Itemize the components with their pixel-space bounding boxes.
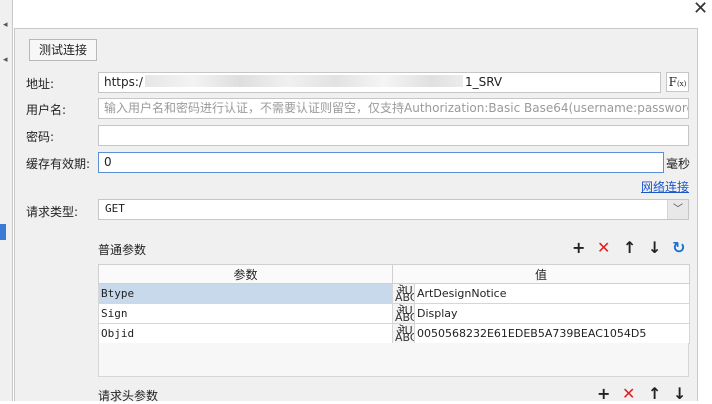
password-label: 密码: [26, 130, 55, 144]
params-empty-area [98, 343, 689, 377]
address-value-suffix: 1_SRV [464, 75, 503, 89]
table-row[interactable]: Btype ऄUABC ArtDesignNotice [98, 283, 691, 304]
move-down-icon[interactable]: ↓ [673, 386, 686, 402]
formula-button[interactable]: F(x) [666, 72, 689, 92]
param-key-cell[interactable]: Objid [98, 323, 393, 344]
param-key-cell[interactable]: Sign [98, 303, 393, 324]
left-panel-strip: ◂ ◂ [0, 0, 13, 401]
fx-icon: F [668, 75, 677, 89]
username-input[interactable]: 输入用户名和密码进行认证，不需要认证则留空，仅支持Authorization:B… [98, 98, 689, 119]
column-header-param: 参数 [98, 264, 393, 284]
username-label: 用户名: [26, 103, 67, 117]
network-connection-link[interactable]: 网络连接 [641, 178, 689, 195]
add-icon[interactable]: + [597, 386, 610, 402]
type-glyph-bottom: ABC [395, 290, 414, 304]
delete-icon[interactable]: ✕ [622, 386, 635, 402]
move-up-icon[interactable]: ↑ [623, 240, 636, 256]
table-row[interactable]: Sign ऄUABC Display [98, 303, 691, 324]
add-icon[interactable]: + [572, 240, 585, 256]
param-value-cell[interactable]: Display [413, 303, 691, 324]
chevron-down-icon[interactable]: ﹀ [667, 200, 688, 219]
param-key-cell[interactable]: Btype [98, 283, 393, 304]
param-value-cell[interactable]: ArtDesignNotice [413, 283, 691, 304]
normal-params-title: 普通参数 [98, 243, 147, 257]
value-type-icon[interactable]: ऄUABC [392, 303, 415, 324]
address-input[interactable]: https:/ 1_SRV [98, 72, 661, 93]
table-header-row: 参数 值 [98, 264, 691, 284]
value-type-icon[interactable]: ऄUABC [392, 283, 415, 304]
address-label: 地址: [26, 77, 55, 91]
type-glyph-bottom: ABC [395, 310, 414, 324]
normal-params-table: 参数 值 Btype ऄUABC ArtDesignNotice Sign ऄU… [98, 264, 691, 344]
selected-item-marker [0, 224, 6, 240]
cache-validity-input[interactable]: 0 [98, 152, 664, 173]
password-input[interactable] [98, 125, 689, 146]
header-params-title: 请求头参数 [98, 389, 159, 403]
column-header-value: 值 [391, 264, 691, 284]
address-value-prefix: https:/ [104, 75, 143, 89]
close-icon[interactable]: ✕ [693, 0, 708, 19]
fx-icon-sub: (x) [676, 80, 687, 88]
cache-unit-label: 毫秒 [666, 157, 691, 171]
move-down-icon[interactable]: ↓ [648, 240, 661, 256]
test-connection-button[interactable]: 测试连接 [29, 39, 97, 61]
request-type-select[interactable]: GET ﹀ [98, 199, 689, 220]
redacted-blur [144, 75, 463, 87]
refresh-icon[interactable]: ↻ [672, 240, 685, 256]
cache-validity-label: 缓存有效期: [26, 157, 91, 171]
table-row[interactable]: Objid ऄUABC 0050568232E61EDEB5A739BEAC10… [98, 323, 691, 344]
delete-icon[interactable]: ✕ [597, 240, 610, 256]
collapse-arrow-icon[interactable]: ◂ [3, 55, 8, 65]
value-type-icon[interactable]: ऄUABC [392, 323, 415, 344]
param-value-cell[interactable]: 0050568232E61EDEB5A739BEAC1054D5 [413, 323, 691, 344]
type-glyph-bottom: ABC [395, 330, 414, 344]
request-type-value: GET [105, 202, 125, 215]
request-type-label: 请求类型: [26, 205, 79, 219]
collapse-arrow-icon[interactable]: ◂ [3, 20, 8, 30]
move-up-icon[interactable]: ↑ [648, 386, 661, 402]
